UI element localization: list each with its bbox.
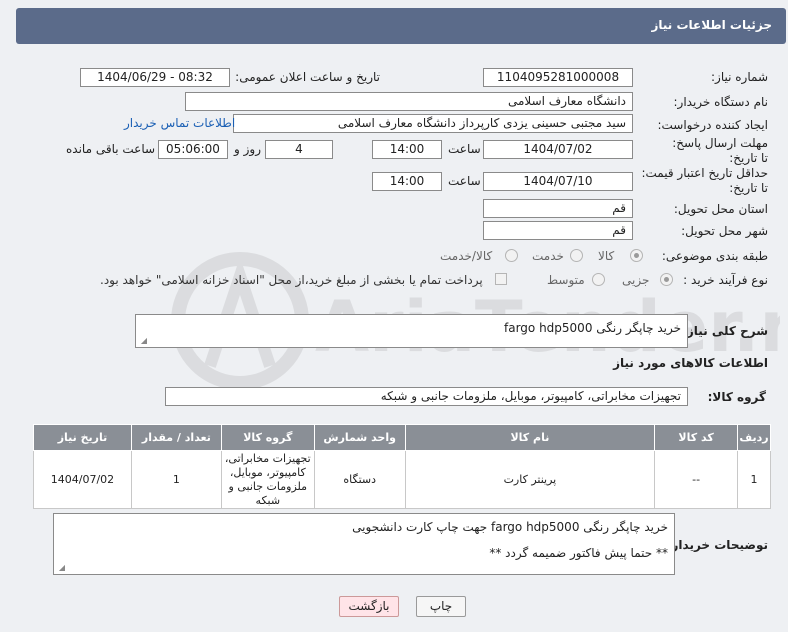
resize-grip-icon[interactable]: ◢ <box>57 564 65 572</box>
validity-date-field: 1404/07/10 <box>483 172 633 191</box>
category-radio-service[interactable] <box>570 249 583 262</box>
col-date: تاریخ نیاز <box>33 424 132 451</box>
category-option-both: کالا/خدمت <box>440 249 493 263</box>
page: جزئیات اطلاعات نیاز AriaTender.net شماره… <box>0 0 788 632</box>
resize-grip-icon[interactable]: ◢ <box>139 337 147 345</box>
cell-date: 1404/07/02 <box>33 450 132 509</box>
city-label: شهر محل تحویل: <box>681 224 768 238</box>
validity-time-label: ساعت <box>448 174 481 188</box>
col-code: کد کالا <box>654 424 739 451</box>
col-name: نام کالا <box>404 424 656 451</box>
treasury-payment-checkbox[interactable] <box>495 273 507 285</box>
province-label: استان محل تحویل: <box>673 202 768 216</box>
remaining-label: ساعت باقی مانده <box>66 142 156 156</box>
category-radio-goods[interactable] <box>630 249 643 262</box>
deadline-label: مهلت ارسال پاسخ: تا تاریخ: <box>672 136 768 165</box>
process-radio-medium[interactable] <box>592 273 605 286</box>
col-group: گروه کالا <box>220 424 315 451</box>
category-label: طبقه بندی موضوعی: <box>661 249 768 263</box>
days-field: 4 <box>265 140 333 159</box>
goods-table: ردیف کد کالا نام کالا واحد شمارش گروه کا… <box>33 424 771 509</box>
description-text: خرید چاپگر رنگی fargo hdp5000 <box>504 321 681 335</box>
buyer-notes-label: توضیحات خریدار: <box>666 538 768 552</box>
buyer-notes-field: خرید چاپگر رنگی fargo hdp5000 جهت چاپ کا… <box>53 513 675 575</box>
buyer-notes-line1: خرید چاپگر رنگی fargo hdp5000 جهت چاپ کا… <box>352 520 668 534</box>
category-option-service: خدمت <box>532 249 564 263</box>
col-qty: تعداد / مقدار <box>130 424 222 451</box>
description-label: شرح کلی نیاز: <box>682 324 768 338</box>
days-label: روز و <box>234 142 261 156</box>
buyer-notes-line2: ** حتما پیش فاکتور ضمیمه گردد ** <box>489 546 668 560</box>
category-option-goods: کالا <box>598 249 615 263</box>
cell-group: تجهیزات مخابراتی، کامپیوتر، موبایل، ملزو… <box>220 450 315 509</box>
cell-row: 1 <box>737 450 771 509</box>
province-field: قم <box>483 199 633 218</box>
city-field: قم <box>483 221 633 240</box>
contact-info-link[interactable]: اطلاعات تماس خریدار <box>124 116 235 130</box>
description-field: خرید چاپگر رنگی fargo hdp5000 ◢ <box>135 314 688 348</box>
buyer-org-field: دانشگاه معارف اسلامی <box>185 92 633 111</box>
goods-group-label: گروه کالا: <box>707 390 766 404</box>
table-row: 1 -- پرینتر کارت دستگاه تجهیزات مخابراتی… <box>33 450 771 509</box>
goods-section-title: اطلاعات کالاهای مورد نیاز <box>613 356 768 370</box>
announce-field: 1404/06/29 - 08:32 <box>80 68 230 87</box>
requester-field: سید مجتبی حسینی یزدی کارپرداز دانشگاه مع… <box>233 114 633 133</box>
page-title: جزئیات اطلاعات نیاز <box>651 18 772 32</box>
process-option-minor: جزیی <box>622 273 650 287</box>
deadline-date-field: 1404/07/02 <box>483 140 633 159</box>
remaining-time-field: 05:06:00 <box>158 140 228 159</box>
cell-unit: دستگاه <box>313 450 406 509</box>
cell-code: -- <box>654 450 739 509</box>
deadline-time-label: ساعت <box>448 142 481 156</box>
validity-label: حداقل تاریخ اعتبار قیمت: تا تاریخ: <box>641 166 768 195</box>
validity-time-field: 14:00 <box>372 172 442 191</box>
col-row: ردیف <box>737 424 771 451</box>
col-unit: واحد شمارش <box>313 424 406 451</box>
print-button[interactable]: چاپ <box>416 596 466 617</box>
need-number-label: شماره نیاز: <box>711 70 768 84</box>
process-option-medium: متوسط <box>547 273 585 287</box>
requester-label: ایجاد کننده درخواست: <box>657 118 768 132</box>
table-header-row: ردیف کد کالا نام کالا واحد شمارش گروه کا… <box>33 424 771 451</box>
process-label: نوع فرآیند خرید : <box>683 273 768 287</box>
back-button[interactable]: بازگشت <box>339 596 399 617</box>
cell-name: پرینتر کارت <box>404 450 656 509</box>
deadline-time-field: 14:00 <box>372 140 442 159</box>
goods-group-field: تجهیزات مخابراتی، کامپیوتر، موبایل، ملزو… <box>165 387 688 406</box>
page-header: جزئیات اطلاعات نیاز <box>16 8 786 44</box>
announce-label: تاریخ و ساعت اعلان عمومی: <box>235 70 380 84</box>
cell-qty: 1 <box>130 450 222 509</box>
need-number-field: 1104095281000008 <box>483 68 633 87</box>
process-radio-minor[interactable] <box>660 273 673 286</box>
buyer-org-label: نام دستگاه خریدار: <box>673 95 769 109</box>
treasury-payment-note: پرداخت تمام یا بخشی از مبلغ خرید،از محل … <box>100 273 483 287</box>
category-radio-both[interactable] <box>505 249 518 262</box>
